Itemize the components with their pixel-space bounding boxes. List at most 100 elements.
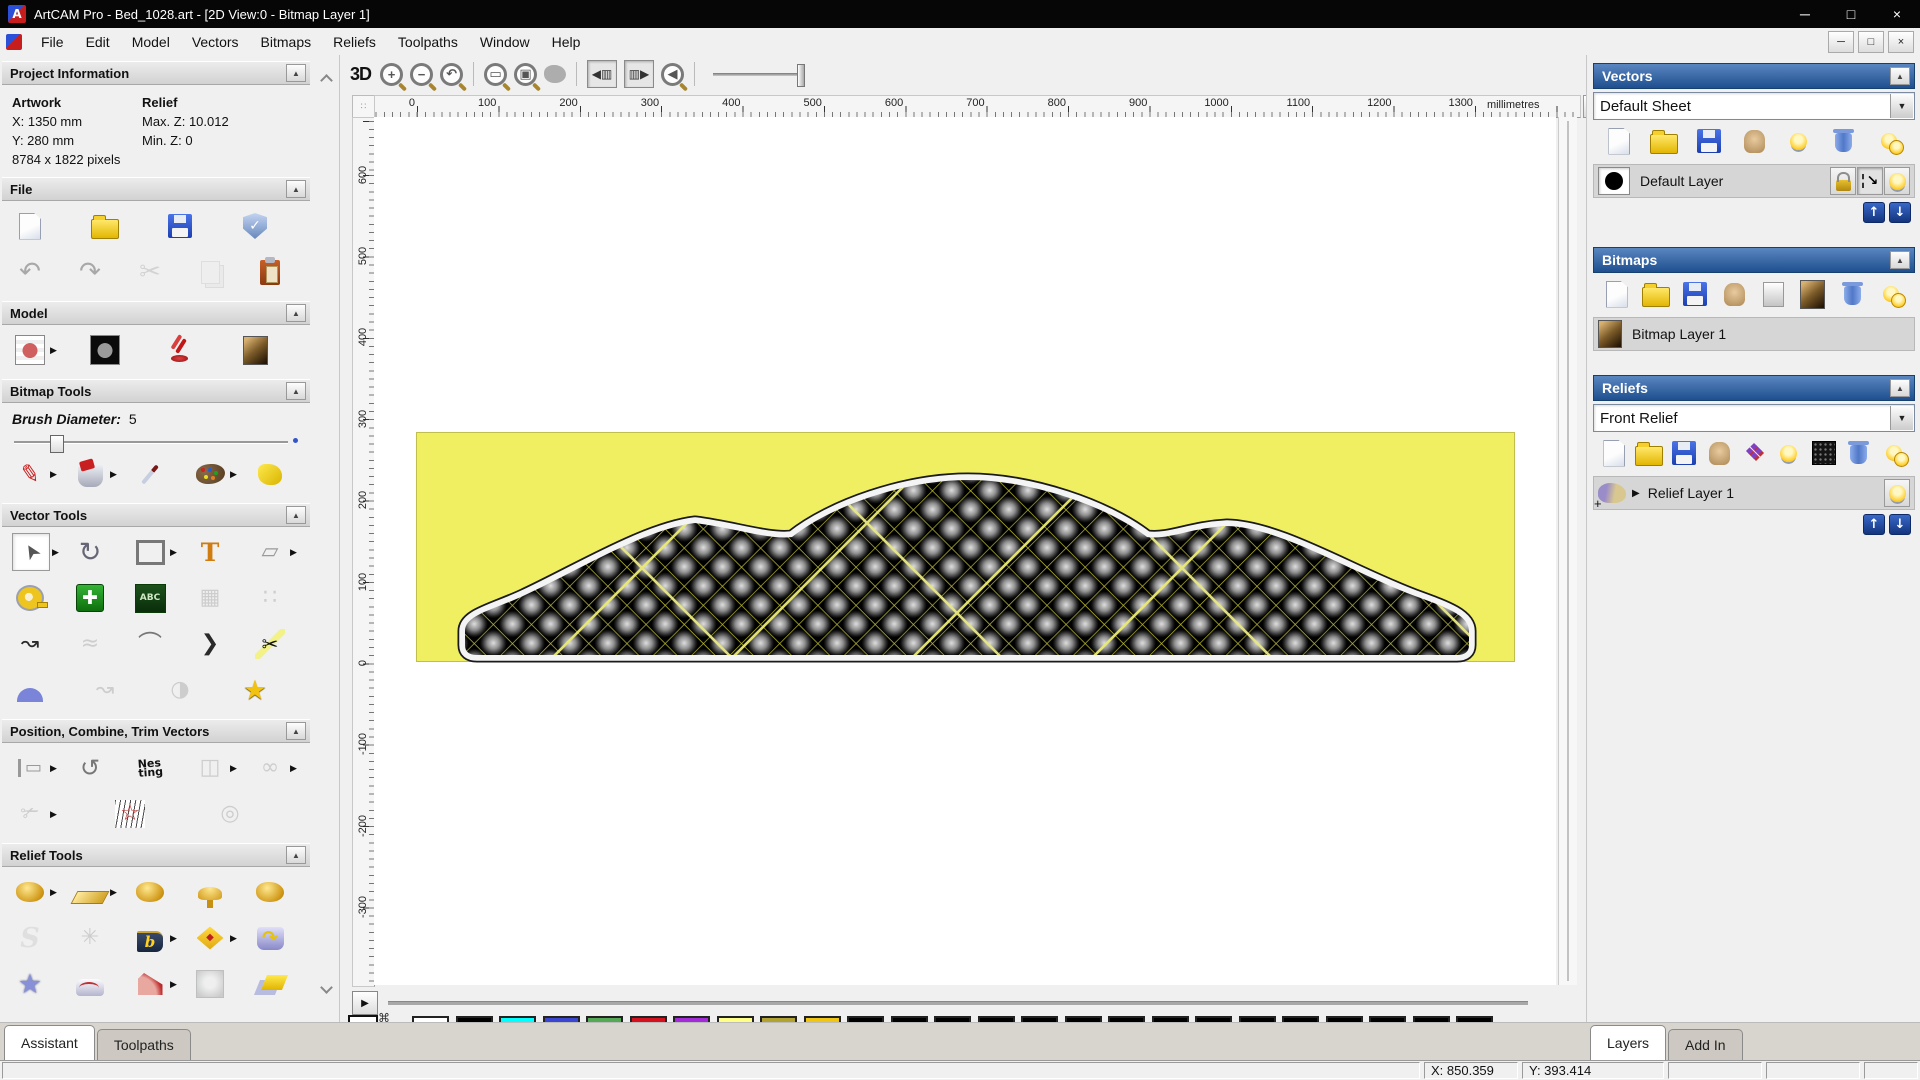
smooth-polyline-icon[interactable]: ↝ [87,672,123,708]
invert-relief-icon[interactable] [252,874,288,910]
colour-palette-flyout-icon[interactable]: ▶ [230,469,237,480]
drawing-canvas[interactable] [374,117,1556,985]
model-options-icon[interactable]: ✓ [237,208,273,244]
select-vectors-icon[interactable]: ➤ [12,533,50,571]
menu-edit[interactable]: Edit [75,30,121,54]
mirror-vectors-icon[interactable]: ◑ [162,672,198,708]
zoom-slider[interactable] [713,63,806,87]
offset-relief-icon[interactable] [252,966,288,1002]
menu-vectors[interactable]: Vectors [181,30,250,54]
interlock-vectors-icon[interactable]: ◎ [212,796,248,832]
vector-layer-colour-swatch[interactable] [1598,167,1630,195]
link-colour-icon[interactable] [252,456,288,492]
envelope-distort-flyout-icon[interactable]: ▶ [290,547,297,558]
extrude-relief-icon[interactable] [12,1012,48,1022]
toggle-assistant-page-button[interactable]: ◀▥ [587,60,618,88]
maximize-button[interactable]: □ [1828,0,1874,28]
rollup-model-button[interactable]: ▲ [286,304,306,322]
merge-vector-layers-icon[interactable] [1732,125,1777,157]
constant-pyramid-icon[interactable] [132,1012,168,1022]
redo-icon[interactable]: ↷ [72,254,108,290]
trim-curves-icon[interactable]: ✃ [12,796,48,832]
rollup-bitmap-tools-button[interactable]: ▲ [286,382,306,400]
relief-library-flyout-icon[interactable]: ▶ [170,933,177,944]
smooth-relief-icon[interactable] [132,874,168,910]
create-rectangle-icon[interactable] [132,534,168,570]
menu-help[interactable]: Help [541,30,592,54]
invert-model-icon[interactable] [87,332,123,368]
combine-vectors-flyout-icon[interactable]: ▶ [230,763,237,774]
create-rectangle-flyout-icon[interactable]: ▶ [170,547,177,558]
vector-layer-row[interactable]: Default Layer ↘ [1593,164,1915,198]
relief-combine-icon[interactable]: ◆ [192,920,228,956]
menu-bitmaps[interactable]: Bitmaps [250,30,323,54]
combine-vectors-icon[interactable]: ◫ [192,750,228,786]
delete-bitmap-layer-icon[interactable] [1833,278,1872,310]
merge-relief-layers-icon[interactable] [1702,437,1737,469]
open-relief-layer-icon[interactable] [1632,437,1667,469]
menu-model[interactable]: Model [121,30,181,54]
add-plane-icon[interactable] [70,874,110,910]
free-sketch-icon[interactable]: ≈ [72,626,108,662]
save-vector-layer-icon[interactable] [1687,125,1732,157]
open-bitmap-layer-icon[interactable] [1636,278,1675,310]
rollup-bitmaps-button[interactable]: ▲ [1890,251,1910,269]
turn-relief-icon[interactable] [132,966,168,1002]
rollup-relief-tools-button[interactable]: ▲ [286,846,306,864]
nesting-icon[interactable]: Nes ting [132,750,168,786]
new-relief-layer-icon[interactable] [1597,437,1632,469]
mdi-minimize-button[interactable]: ─ [1828,31,1854,53]
view-3d-button[interactable]: 3D [350,64,372,85]
greyscale-from-model-icon[interactable] [237,332,273,368]
relief-library-icon[interactable]: b [132,920,168,956]
menu-file[interactable]: File [30,30,75,54]
zoom-slider-handle[interactable] [797,63,806,87]
relief-select-arrow-icon[interactable]: ▼ [1890,406,1913,430]
toggle-layers-page-button[interactable]: ▥▶ [624,60,655,88]
copy-icon[interactable] [192,254,228,290]
clear-bitmap-layer-icon[interactable] [1754,278,1793,310]
texture-relief-icon[interactable]: ★ [12,966,48,1002]
sculpt-icon[interactable]: S [12,920,48,956]
pick-colour-icon[interactable] [132,456,168,492]
weld-vectors-flyout-icon[interactable]: ▶ [290,763,297,774]
paste-icon[interactable] [252,254,288,290]
new-vector-layer-icon[interactable] [1597,125,1642,157]
relief-layer-row[interactable]: ▶ Relief Layer 1 [1593,476,1915,511]
show-all-bitmap-layers-icon[interactable] [1872,278,1911,310]
move-relief-up-button[interactable]: ↑ [1863,514,1885,535]
vectors-header[interactable]: Vectors ▲ [1593,63,1915,89]
transform-vectors-icon[interactable]: ↻ [72,534,108,570]
delete-relief-layer-icon[interactable] [1841,437,1876,469]
align-vectors-flyout-icon[interactable]: ▶ [50,763,57,774]
text-on-curve-icon[interactable]: ↺ [72,750,108,786]
weld-vectors-icon[interactable]: ∞ [252,750,288,786]
brush-diameter-slider[interactable] [14,435,298,453]
rollup-file-button[interactable]: ▲ [286,180,306,198]
bitmap-artwork[interactable] [416,432,1515,663]
create-polyline-icon[interactable]: ↝ [12,626,48,662]
zoom-drag-icon[interactable]: ◀ [661,62,685,86]
menu-toolpaths[interactable]: Toolpaths [387,30,469,54]
show-all-vector-layers-icon[interactable] [1866,125,1911,157]
trim-vectors-icon[interactable]: ✂ [252,626,288,662]
save-bitmap-layer-icon[interactable] [1676,278,1715,310]
delete-vector-layer-icon[interactable] [1821,125,1866,157]
relief-combine-flyout-icon[interactable]: ▶ [230,933,237,944]
relief-stack-icon[interactable]: ❖ [1737,437,1772,469]
reliefs-header[interactable]: Reliefs ▲ [1593,375,1915,401]
menu-reliefs[interactable]: Reliefs [322,30,387,54]
rollup-position-button[interactable]: ▲ [286,722,306,740]
toggle-vector-visibility-icon[interactable] [1776,125,1821,157]
select-vectors-flyout-icon[interactable]: ▶ [52,547,59,558]
colour-palette-icon[interactable] [192,456,228,492]
create-text-icon[interactable]: T [192,534,228,570]
mdi-restore-button[interactable]: □ [1858,31,1884,53]
turn-relief-flyout-icon[interactable]: ▶ [170,979,177,990]
close-button[interactable]: × [1874,0,1920,28]
face-wizard-icon[interactable] [192,966,228,1002]
trim-curves-flyout-icon[interactable]: ▶ [50,809,57,820]
open-vector-layer-icon[interactable] [1642,125,1687,157]
panel-scroll-down-icon[interactable] [321,980,333,992]
create-dome-icon[interactable] [12,672,48,708]
